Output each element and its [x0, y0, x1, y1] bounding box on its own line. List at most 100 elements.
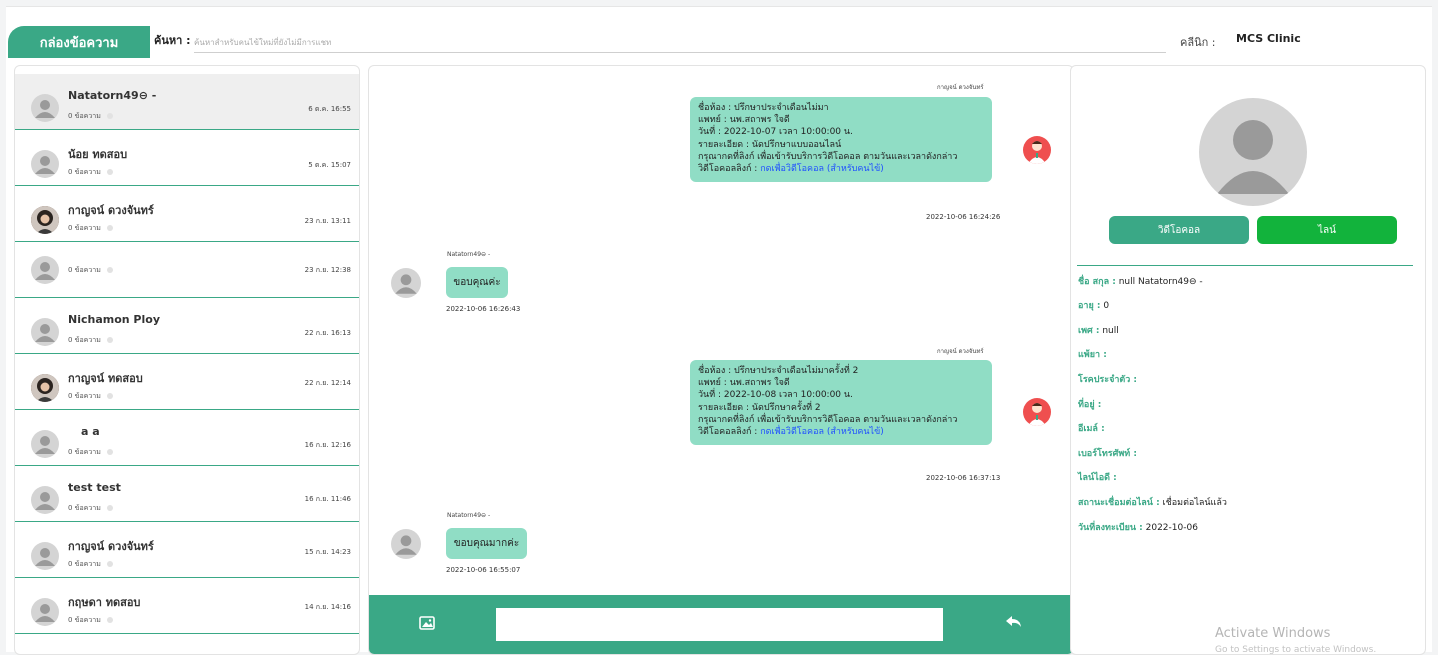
reply-message-bubble: ขอบคุณมากค่ะ — [446, 528, 527, 559]
conversation-time: 23 ก.ย. 12:38 — [304, 266, 351, 274]
message-composer — [369, 595, 1073, 654]
avatar-photo — [31, 374, 59, 402]
conversation-item[interactable]: Natatorn49⊖ - 0 ข้อความ 6 ต.ค. 16:55 — [15, 74, 359, 130]
conversation-item[interactable]: 0 ข้อความ 23 ก.ย. 12:38 — [15, 242, 359, 298]
field-fullname: ชื่อ สกุล : null Natatorn49⊖ - — [1078, 277, 1203, 287]
search-label: ค้นหา : — [154, 34, 191, 47]
conversation-name: test test — [68, 481, 121, 494]
message-count: 0 ข้อความ — [68, 167, 113, 178]
line-button[interactable]: ไลน์ — [1257, 216, 1397, 244]
message-count: 0 ข้อความ — [68, 335, 113, 346]
appointment-message-bubble: ชื่อห้อง : ปรึกษาประจำเดือนไม่มา แพทย์ :… — [690, 97, 992, 182]
status-dot-icon — [106, 617, 113, 623]
field-allergy: แพ้ยา : — [1078, 350, 1107, 360]
conversation-item[interactable]: Nichamon Ploy 0 ข้อความ 22 ก.ย. 16:13 — [15, 298, 359, 354]
image-icon[interactable] — [419, 615, 435, 630]
avatar-placeholder-icon — [31, 256, 59, 284]
conversation-name: กาญจน์ ทดสอบ — [68, 372, 143, 385]
message-count: 0 ข้อความ — [68, 265, 113, 276]
conversation-item[interactable]: น้อย ทดสอบ 0 ข้อความ 5 ต.ค. 15:07 — [15, 130, 359, 186]
conversation-name: น้อย ทดสอบ — [68, 148, 128, 161]
conversation-time: 16 ก.ย. 11:46 — [304, 495, 351, 503]
conversation-item[interactable]: test test 0 ข้อความ 16 ก.ย. 11:46 — [15, 466, 359, 522]
divider — [1077, 265, 1413, 266]
message-count: 0 ข้อความ — [68, 559, 113, 570]
reply-arrow-icon[interactable] — [1005, 614, 1023, 630]
status-dot-icon — [106, 169, 113, 175]
conversation-item[interactable]: กาญจน์ ทดสอบ 0 ข้อความ 22 ก.ย. 12:14 — [15, 354, 359, 410]
conversation-time: 16 ก.ย. 12:16 — [304, 441, 351, 449]
conversation-item[interactable]: กาญจน์ ดวงจันทร์ 0 ข้อความ 23 ก.ย. 13:11 — [15, 186, 359, 242]
chat-window: กาญจน์ ดวงจันทร์ ชื่อห้อง : ปรึกษาประจำเ… — [368, 65, 1074, 655]
avatar-placeholder-icon — [391, 268, 421, 298]
status-dot-icon — [106, 561, 113, 567]
conversation-name: กาญจน์ ดวงจันทร์ — [68, 204, 154, 217]
doctor-avatar-icon — [1023, 398, 1051, 426]
message-input[interactable] — [496, 608, 943, 641]
app-frame: กล่องข้อความ ค้นหา : คลีนิก : MCS Clinic… — [6, 6, 1432, 655]
conversation-time: 15 ก.ย. 14:23 — [304, 548, 351, 556]
video-call-button[interactable]: วิดีโอคอล — [1109, 216, 1249, 244]
message-timestamp: 2022-10-06 16:24:26 — [926, 213, 1001, 221]
field-gender: เพศ : null — [1078, 326, 1119, 336]
activation-watermark-subtitle: Go to Settings to activate Windows. — [1215, 645, 1377, 655]
message-timestamp: 2022-10-06 16:55:07 — [446, 566, 521, 574]
conversation-time: 14 ก.ย. 14:16 — [304, 603, 351, 611]
avatar-placeholder-icon — [31, 150, 59, 178]
conversation-item[interactable]: กฤษดา ทดสอบ 0 ข้อความ 14 ก.ย. 14:16 — [15, 578, 359, 634]
sender-name: กาญจน์ ดวงจันทร์ — [937, 84, 984, 91]
message-count: 0 ข้อความ — [68, 111, 113, 122]
video-call-link[interactable]: กดเพื่อวิดีโอคอล (สำหรับคนไข้) — [760, 164, 884, 174]
status-dot-icon — [106, 267, 113, 273]
conversation-name: a a — [81, 425, 100, 438]
avatar-placeholder-icon — [31, 542, 59, 570]
message-timestamp: 2022-10-06 16:37:13 — [926, 474, 1001, 482]
patient-profile: วิดีโอคอล ไลน์ ชื่อ สกุล : null Natatorn… — [1070, 65, 1426, 655]
sender-name: กาญจน์ ดวงจันทร์ — [937, 348, 984, 355]
conversation-name: Nichamon Ploy — [68, 313, 160, 326]
top-bar: กล่องข้อความ ค้นหา : คลีนิก : MCS Clinic — [6, 7, 1432, 61]
conversation-item[interactable]: a a 0 ข้อความ 16 ก.ย. 12:16 — [15, 410, 359, 466]
conversation-time: 23 ก.ย. 13:11 — [304, 217, 351, 225]
activation-watermark-title: Activate Windows — [1215, 626, 1331, 641]
avatar-placeholder-icon — [31, 598, 59, 626]
conversation-time: 5 ต.ค. 15:07 — [308, 161, 351, 169]
avatar-placeholder-icon — [31, 486, 59, 514]
field-chronic-disease: โรคประจำตัว : — [1078, 375, 1138, 385]
inbox-title-tab[interactable]: กล่องข้อความ — [8, 26, 150, 58]
message-count: 0 ข้อความ — [68, 223, 113, 234]
conversation-time: 22 ก.ย. 12:14 — [304, 379, 351, 387]
clinic-name: MCS Clinic — [1236, 32, 1301, 45]
status-dot-icon — [106, 393, 113, 399]
field-address: ที่อยู่ : — [1078, 400, 1102, 410]
doctor-avatar-icon — [1023, 136, 1051, 164]
status-dot-icon — [106, 505, 113, 511]
conversation-item[interactable]: กาญจน์ ดวงจันทร์ 0 ข้อความ 15 ก.ย. 14:23 — [15, 522, 359, 578]
video-call-link[interactable]: กดเพื่อวิดีโอคอล (สำหรับคนไข้) — [760, 427, 884, 437]
conversation-list: Natatorn49⊖ - 0 ข้อความ 6 ต.ค. 16:55 น้อ… — [14, 65, 360, 655]
message-count: 0 ข้อความ — [68, 391, 113, 402]
field-line-status: สถานะเชื่อมต่อไลน์ : เชื่อมต่อไลน์แล้ว — [1078, 498, 1227, 508]
clinic-label: คลีนิก : — [1180, 36, 1216, 49]
conversation-name: กาญจน์ ดวงจันทร์ — [68, 540, 154, 553]
status-dot-icon — [106, 449, 113, 455]
search-input[interactable] — [194, 32, 1166, 53]
profile-avatar-icon — [1199, 98, 1307, 206]
avatar-placeholder-icon — [391, 529, 421, 559]
sender-name: Natatorn49⊖ - — [447, 512, 491, 519]
conversation-name: Natatorn49⊖ - — [68, 89, 157, 102]
status-dot-icon — [106, 337, 113, 343]
status-dot-icon — [106, 225, 113, 231]
status-dot-icon — [106, 113, 113, 119]
message-timestamp: 2022-10-06 16:26:43 — [446, 305, 521, 313]
avatar-photo — [31, 206, 59, 234]
avatar-placeholder-icon — [31, 94, 59, 122]
message-count: 0 ข้อความ — [68, 503, 113, 514]
sender-name: Natatorn49⊖ - — [447, 251, 491, 258]
field-phone: เบอร์โทรศัพท์ : — [1078, 449, 1137, 459]
field-register-date: วันที่ลงทะเบียน : 2022-10-06 — [1078, 523, 1198, 533]
conversation-time: 22 ก.ย. 16:13 — [304, 329, 351, 337]
avatar-placeholder-icon — [31, 318, 59, 346]
message-count: 0 ข้อความ — [68, 447, 113, 458]
message-count: 0 ข้อความ — [68, 615, 113, 626]
